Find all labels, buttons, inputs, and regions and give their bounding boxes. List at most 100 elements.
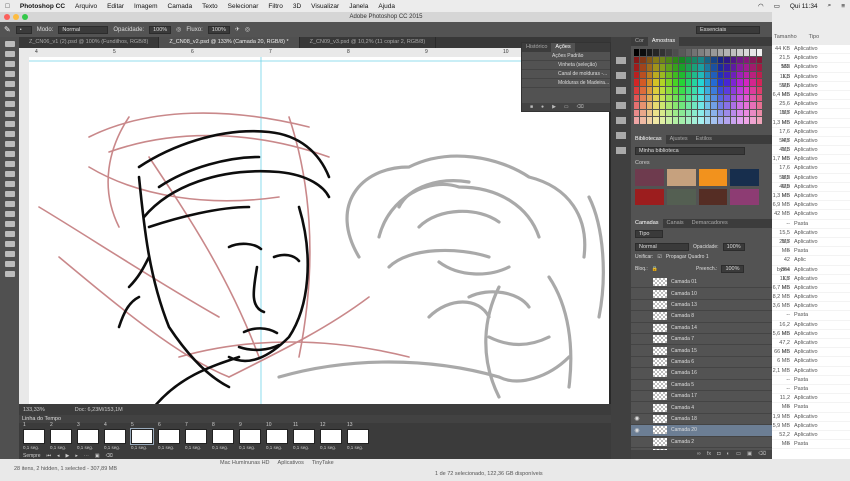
mode-select[interactable]: Normal — [58, 25, 109, 34]
color-swatch[interactable] — [666, 56, 672, 64]
color-swatch[interactable] — [672, 117, 679, 124]
finder-row[interactable]: 11,7 MB Aplicativo — [772, 275, 850, 291]
color-swatch[interactable] — [666, 94, 672, 102]
color-swatch[interactable] — [737, 49, 743, 56]
finder-row[interactable]: 21,5 MB Aplicativo — [772, 54, 850, 70]
color-swatch[interactable] — [756, 109, 762, 117]
color-swatch[interactable] — [685, 79, 692, 86]
finder-row[interactable]: 15,5 MB Aplicativo — [772, 229, 850, 245]
visibility-eye-icon[interactable]: ◉ — [631, 415, 643, 422]
action-row[interactable]: Molduras de Madeira... — [522, 79, 610, 88]
color-swatch[interactable] — [640, 64, 646, 71]
finder-row[interactable]: 5,6 MB Aplicativo — [772, 330, 850, 339]
frame-duration[interactable]: 0,1 seg. — [320, 445, 344, 450]
menu-item[interactable]: Filtro — [263, 3, 287, 10]
history-panel-tab[interactable]: Histórico — [522, 43, 551, 52]
finder-row[interactable]: -- Pasta — [772, 220, 850, 229]
color-swatch[interactable] — [646, 94, 653, 102]
library-color-swatch[interactable] — [698, 169, 728, 186]
color-swatch[interactable] — [724, 117, 730, 124]
color-swatch[interactable] — [679, 49, 685, 56]
color-swatch[interactable] — [666, 64, 672, 71]
mask-icon[interactable]: ◘ — [717, 450, 720, 459]
color-swatch[interactable] — [659, 56, 666, 64]
color-swatch[interactable] — [756, 49, 762, 56]
menu-item[interactable]: Arquivo — [70, 3, 102, 10]
color-swatch[interactable] — [634, 71, 640, 79]
color-swatch[interactable] — [698, 109, 704, 117]
finder-row[interactable]: 6,7 MB Aplicativo — [772, 284, 850, 294]
color-swatch[interactable] — [646, 56, 653, 64]
color-swatch[interactable] — [653, 71, 659, 79]
color-swatch[interactable] — [666, 79, 672, 86]
color-swatch[interactable] — [685, 117, 692, 124]
color-swatch[interactable] — [737, 71, 743, 79]
color-swatch[interactable] — [698, 56, 704, 64]
color-swatch[interactable] — [672, 71, 679, 79]
color-swatch[interactable] — [717, 86, 724, 94]
color-swatch[interactable] — [698, 117, 704, 124]
color-swatch[interactable] — [717, 49, 724, 56]
color-swatch[interactable] — [730, 86, 737, 94]
layer-row[interactable]: Camada 6 — [631, 357, 772, 369]
color-swatch[interactable] — [653, 102, 659, 109]
color-swatch[interactable] — [646, 64, 653, 71]
color-swatch[interactable] — [679, 64, 685, 71]
color-swatch[interactable] — [646, 79, 653, 86]
eyedropper-tool-icon[interactable] — [4, 91, 15, 97]
finder-row[interactable]: 2,1 MB Aplicativo — [772, 367, 850, 376]
color-swatch[interactable] — [672, 109, 679, 117]
color-swatch[interactable] — [640, 109, 646, 117]
color-swatch[interactable] — [653, 86, 659, 94]
frame-duration[interactable]: 0,1 seg. — [50, 445, 74, 450]
blur-tool-icon[interactable] — [4, 161, 15, 167]
pressure-opacity-icon[interactable]: ◎ — [176, 26, 181, 33]
color-swatch[interactable] — [724, 79, 730, 86]
finder-row[interactable]: 25,7 MB Aplicativo — [772, 238, 850, 254]
eraser-tool-icon[interactable] — [4, 141, 15, 147]
color-swatch[interactable] — [659, 117, 666, 124]
finder-row[interactable]: -- Pasta — [772, 311, 850, 321]
dodge-tool-icon[interactable] — [4, 171, 15, 177]
color-swatch[interactable] — [679, 94, 685, 102]
record-icon[interactable]: ● — [541, 103, 544, 111]
finder-row[interactable]: 17,6 MB Aplicativo — [772, 128, 850, 144]
lock-icon[interactable]: 🔒 — [652, 266, 658, 272]
color-swatch[interactable] — [724, 102, 730, 109]
pressure-size-icon[interactable]: ◎ — [245, 26, 250, 33]
finder-row[interactable]: 864 KB Aplicativo — [772, 266, 850, 282]
color-swatch[interactable] — [640, 117, 646, 124]
color-swatch[interactable] — [717, 79, 724, 86]
layer-row[interactable]: Camada 13 — [631, 300, 772, 312]
color-swatch[interactable] — [653, 64, 659, 71]
finder-row[interactable]: 1,7 MB Aplicativo — [772, 155, 850, 165]
frame-duration[interactable]: 0,1 seg. — [104, 445, 128, 450]
color-swatch[interactable] — [653, 117, 659, 124]
panel-tab[interactable]: Cor — [631, 37, 648, 46]
color-swatch[interactable] — [743, 79, 750, 86]
color-swatch[interactable] — [750, 94, 756, 102]
color-swatch[interactable] — [692, 79, 698, 86]
hand-tool-icon[interactable] — [4, 221, 15, 227]
menu-item[interactable]: Camada — [163, 3, 198, 10]
finder-row[interactable]: 25,6 MB Aplicativo — [772, 100, 850, 116]
layer-row[interactable]: Camada 17 — [631, 391, 772, 403]
library-select[interactable]: Minha biblioteca — [635, 147, 745, 155]
finder-row[interactable]: 42 MB Aplicativo — [772, 210, 850, 220]
finder-row[interactable]: -- Pasta — [772, 403, 850, 413]
quick-select-tool-icon[interactable] — [4, 71, 15, 77]
color-swatch[interactable] — [717, 102, 724, 109]
color-swatch[interactable] — [692, 56, 698, 64]
apple-icon[interactable]:  — [0, 3, 15, 10]
color-swatch[interactable] — [717, 117, 724, 124]
color-swatch[interactable] — [685, 49, 692, 56]
brush-size-picker[interactable]: • — [15, 25, 32, 34]
color-swatch[interactable] — [698, 79, 704, 86]
color-swatch[interactable] — [737, 56, 743, 64]
crop-tool-icon[interactable] — [4, 81, 15, 87]
finder-row[interactable]: 58,2 MB Aplicativo — [772, 174, 850, 190]
layer-row[interactable]: Camada 7 — [631, 334, 772, 346]
color-swatch[interactable] — [646, 86, 653, 94]
color-swatch[interactable] — [634, 64, 640, 71]
frame-duration[interactable]: 0,1 seg. — [239, 445, 263, 450]
